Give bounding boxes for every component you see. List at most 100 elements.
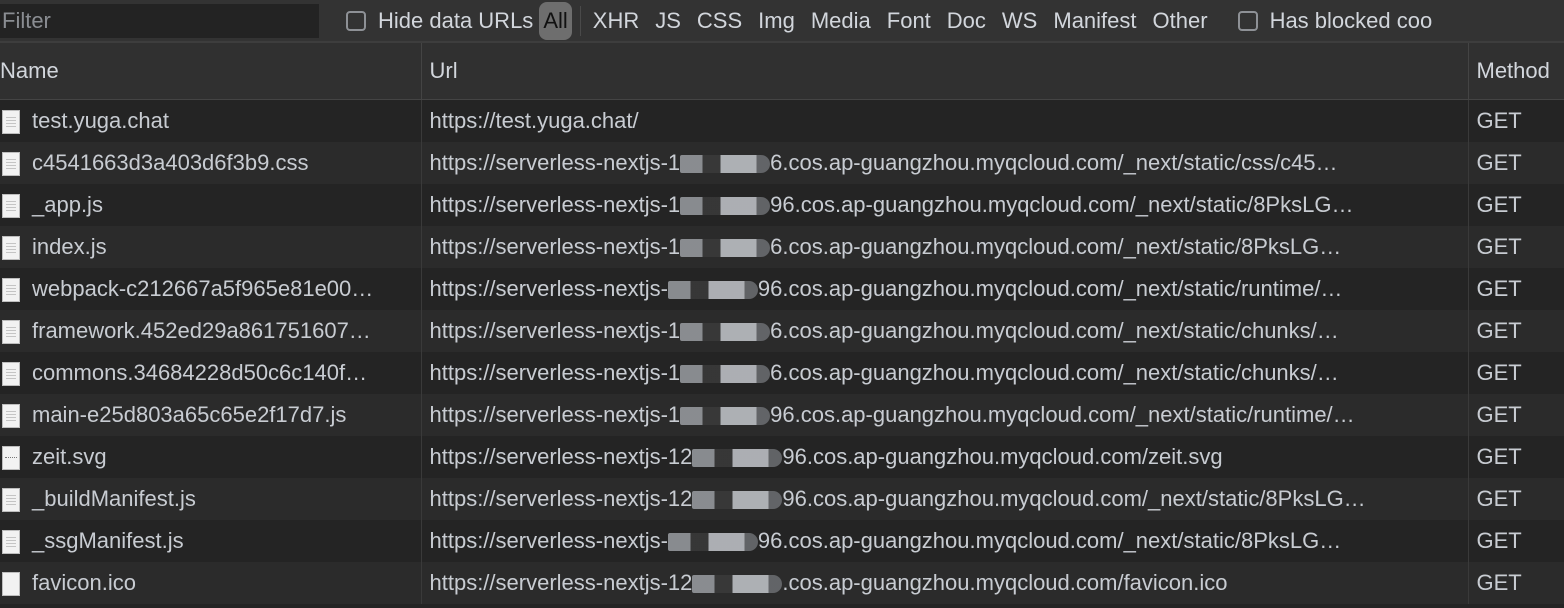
- request-name: _buildManifest.js: [32, 486, 196, 512]
- document-icon: [2, 151, 20, 176]
- redaction-mark: [667, 281, 758, 300]
- document-icon: [2, 109, 20, 134]
- request-url-suffix: 6.cos.ap-guangzhou.myqcloud.com/_next/st…: [770, 234, 1342, 259]
- table-row[interactable]: commons.34684228d50c6c140f… https://serve…: [0, 352, 1564, 394]
- redaction-mark: [692, 575, 783, 594]
- redaction-mark: [680, 407, 771, 426]
- type-filter-font[interactable]: Font: [879, 2, 939, 40]
- table-row[interactable]: main-e25d803a65c65e2f17d7.js https://serv…: [0, 394, 1564, 436]
- request-url-cell[interactable]: https://serverless-nextjs-1 96.cos.ap-gua…: [421, 394, 1469, 436]
- request-url-cell[interactable]: https://serverless-nextjs-1 6.cos.ap-guan…: [421, 352, 1469, 394]
- redaction-mark: [680, 155, 771, 174]
- request-url-suffix: 6.cos.ap-guangzhou.myqcloud.com/_next/st…: [770, 150, 1338, 175]
- type-filter-media[interactable]: Media: [803, 2, 879, 40]
- table-header-row: Name Url Method: [0, 43, 1564, 100]
- request-name-cell[interactable]: _buildManifest.js: [0, 478, 422, 520]
- table-row[interactable]: webpack-c212667a5f965e81e00… https://serv…: [0, 268, 1564, 310]
- table-row[interactable]: framework.452ed29a861751607… https://serv…: [0, 310, 1564, 352]
- request-name-cell[interactable]: test.yuga.chat: [0, 99, 422, 142]
- request-name: commons.34684228d50c6c140f…: [32, 360, 368, 386]
- column-header-name[interactable]: Name: [0, 43, 422, 100]
- request-url-suffix: 96.cos.ap-guangzhou.myqcloud.com/_next/s…: [757, 528, 1342, 553]
- request-url-suffix: 96.cos.ap-guangzhou.myqcloud.com/_next/s…: [770, 402, 1355, 427]
- request-name: _app.js: [32, 192, 103, 218]
- has-blocked-cookies-toggle[interactable]: Has blocked coo: [1237, 7, 1433, 34]
- request-name: index.js: [32, 234, 107, 260]
- table-row[interactable]: _ssgManifest.js https://serverless-nextjs…: [0, 520, 1564, 562]
- request-name-cell[interactable]: framework.452ed29a861751607…: [0, 310, 422, 352]
- request-url-prefix: https://serverless-nextjs-1: [429, 360, 681, 385]
- request-name: framework.452ed29a861751607…: [32, 318, 371, 344]
- redaction-mark: [680, 323, 771, 342]
- request-url-cell[interactable]: https://serverless-nextjs- 96.cos.ap-guan…: [421, 520, 1469, 562]
- table-row[interactable]: test.yuga.chat https://test.yuga.chat/GET: [0, 99, 1564, 142]
- toolbar-divider: [579, 5, 581, 36]
- request-url-suffix: 96.cos.ap-guangzhou.myqcloud.com/zeit.sv…: [782, 444, 1223, 469]
- table-row[interactable]: _app.js https://serverless-nextjs-1 96.cos…: [0, 184, 1564, 226]
- request-url-cell[interactable]: https://serverless-nextjs-12 96.cos.ap-gu…: [421, 478, 1469, 520]
- request-method-cell: GET: [1468, 226, 1564, 268]
- type-filter-all[interactable]: All: [539, 1, 572, 40]
- request-method-cell: GET: [1468, 520, 1564, 562]
- document-icon: [2, 235, 20, 260]
- request-name-cell[interactable]: main-e25d803a65c65e2f17d7.js: [0, 394, 422, 436]
- has-blocked-cookies-checkbox[interactable]: [1237, 10, 1258, 31]
- table-row[interactable]: favicon.ico https://serverless-nextjs-12.…: [0, 562, 1564, 604]
- hide-data-urls-checkbox[interactable]: [346, 10, 366, 31]
- column-header-method[interactable]: Method: [1468, 43, 1564, 100]
- hide-data-urls-label: Hide data URLs: [378, 7, 534, 33]
- request-url-prefix: https://test.yuga.chat/: [429, 108, 639, 133]
- type-filter-img[interactable]: Img: [750, 2, 803, 40]
- document-icon: [2, 529, 20, 554]
- request-url-cell[interactable]: https://serverless-nextjs-12 .cos.ap-guan…: [421, 562, 1469, 604]
- request-url-cell[interactable]: https://serverless-nextjs-1 6.cos.ap-guan…: [421, 226, 1469, 268]
- request-name-cell[interactable]: _app.js: [0, 184, 422, 226]
- table-row[interactable]: index.js https://serverless-nextjs-1 6.cos…: [0, 226, 1564, 268]
- request-method-cell: GET: [1468, 184, 1564, 226]
- request-name-cell[interactable]: _ssgManifest.js: [0, 520, 422, 562]
- request-url-suffix: .cos.ap-guangzhou.myqcloud.com/favicon.i…: [782, 570, 1228, 595]
- request-url-cell[interactable]: https://serverless-nextjs-12 96.cos.ap-gu…: [421, 436, 1469, 478]
- filter-input[interactable]: [0, 3, 319, 38]
- request-method-cell: GET: [1468, 436, 1564, 478]
- request-url-prefix: https://serverless-nextjs-12: [429, 486, 693, 511]
- request-name-cell[interactable]: webpack-c212667a5f965e81e00…: [0, 268, 422, 310]
- request-name: test.yuga.chat: [32, 108, 169, 134]
- document-icon: [2, 403, 20, 428]
- request-url-prefix: https://serverless-nextjs-1: [429, 234, 681, 259]
- blank-icon: [2, 571, 20, 596]
- request-name-cell[interactable]: c4541663d3a403d6f3b9.css: [0, 142, 422, 184]
- request-url-prefix: https://serverless-nextjs-1: [429, 318, 681, 343]
- column-header-url[interactable]: Url: [421, 43, 1469, 100]
- document-icon: [2, 487, 20, 512]
- request-url-cell[interactable]: https://serverless-nextjs-1 96.cos.ap-gua…: [421, 184, 1469, 226]
- type-filter-other[interactable]: Other: [1145, 2, 1216, 40]
- request-name-cell[interactable]: favicon.ico: [0, 562, 422, 604]
- has-blocked-cookies-label: Has blocked coo: [1269, 7, 1433, 33]
- request-name-cell[interactable]: index.js: [0, 226, 422, 268]
- request-url-cell[interactable]: https://serverless-nextjs-1 6.cos.ap-guan…: [421, 142, 1469, 184]
- type-filter-doc[interactable]: Doc: [939, 2, 994, 40]
- image-icon: [2, 445, 20, 470]
- request-url-prefix: https://serverless-nextjs-: [429, 276, 668, 301]
- table-row[interactable]: _buildManifest.js https://serverless-next…: [0, 478, 1564, 520]
- table-row[interactable]: zeit.svg https://serverless-nextjs-12 96.c…: [0, 436, 1564, 478]
- type-filter-xhr[interactable]: XHR: [585, 2, 647, 40]
- request-name-cell[interactable]: zeit.svg: [0, 436, 422, 478]
- request-url-cell[interactable]: https://test.yuga.chat/: [421, 99, 1469, 142]
- request-url-cell[interactable]: https://serverless-nextjs- 96.cos.ap-guan…: [421, 268, 1469, 310]
- type-filter-ws[interactable]: WS: [994, 2, 1045, 40]
- request-name-cell[interactable]: commons.34684228d50c6c140f…: [0, 352, 422, 394]
- type-filter-js[interactable]: JS: [647, 2, 689, 40]
- document-icon: [2, 361, 20, 386]
- request-method-cell: GET: [1468, 562, 1564, 604]
- request-method-cell: GET: [1468, 142, 1564, 184]
- type-filter-manifest[interactable]: Manifest: [1045, 2, 1144, 40]
- request-method-cell: GET: [1468, 478, 1564, 520]
- type-filter-css[interactable]: CSS: [689, 2, 750, 40]
- table-row[interactable]: c4541663d3a403d6f3b9.css https://serverle…: [0, 142, 1564, 184]
- hide-data-urls-toggle[interactable]: Hide data URLs: [346, 8, 533, 34]
- request-url-suffix: 96.cos.ap-guangzhou.myqcloud.com/_next/s…: [770, 192, 1354, 217]
- request-url-cell[interactable]: https://serverless-nextjs-1 6.cos.ap-guan…: [421, 310, 1469, 352]
- network-requests-table: Name Url Method test.yuga.chat https://te…: [0, 43, 1564, 604]
